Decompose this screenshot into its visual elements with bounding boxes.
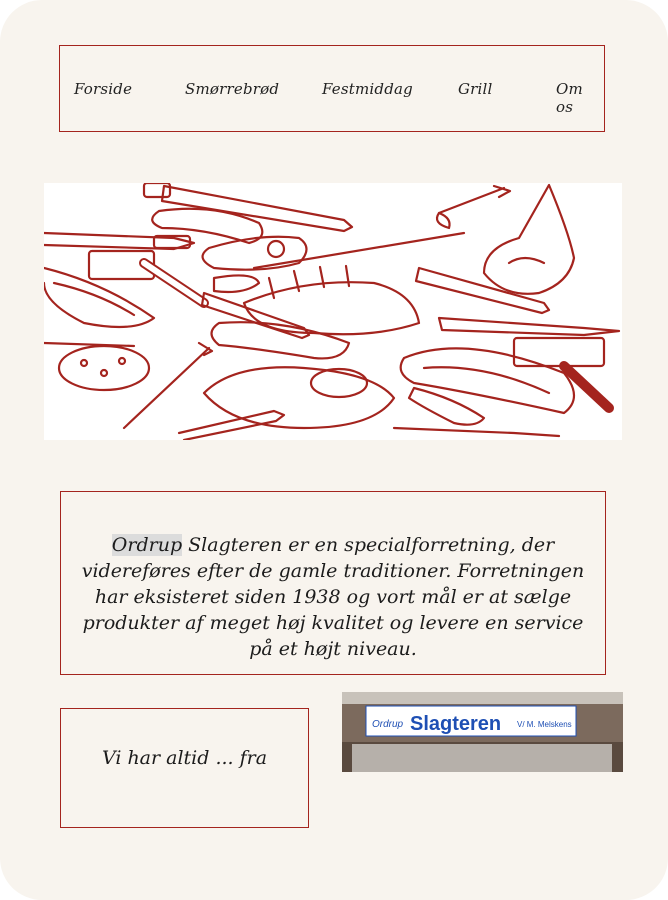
- nav-item-smorrebrod[interactable]: Smørrebrød: [185, 80, 279, 98]
- shop-sign-small: Ordrup: [372, 719, 404, 730]
- main-navigation: Forside Smørrebrød Festmiddag Grill Om o…: [59, 45, 605, 132]
- secondary-text-box: Vi har altid ... fra: [60, 708, 309, 828]
- shop-front-svg: Ordrup Slagteren V/ M. Melskens: [342, 692, 623, 772]
- intro-highlight-word: Ordrup: [111, 534, 183, 556]
- hero-meat-illustration: [44, 183, 622, 440]
- page-background: Forside Smørrebrød Festmiddag Grill Om o…: [0, 0, 668, 900]
- intro-paragraph: Ordrup Slagteren er en specialforretning…: [79, 532, 587, 662]
- nav-item-grill[interactable]: Grill: [458, 80, 493, 98]
- intro-text-box: Ordrup Slagteren er en specialforretning…: [60, 491, 606, 675]
- secondary-text: Vi har altid ... fra: [101, 747, 268, 769]
- nav-item-festmiddag[interactable]: Festmiddag: [322, 80, 413, 98]
- shop-sign-owner: V/ M. Melskens: [517, 720, 572, 729]
- meat-illustration-svg: [44, 183, 621, 440]
- nav-item-forside[interactable]: Forside: [74, 80, 132, 98]
- shop-front-photo: Ordrup Slagteren V/ M. Melskens: [342, 692, 623, 772]
- nav-item-om-os[interactable]: Om os: [556, 80, 604, 116]
- shop-sign-title: Slagteren: [410, 713, 501, 735]
